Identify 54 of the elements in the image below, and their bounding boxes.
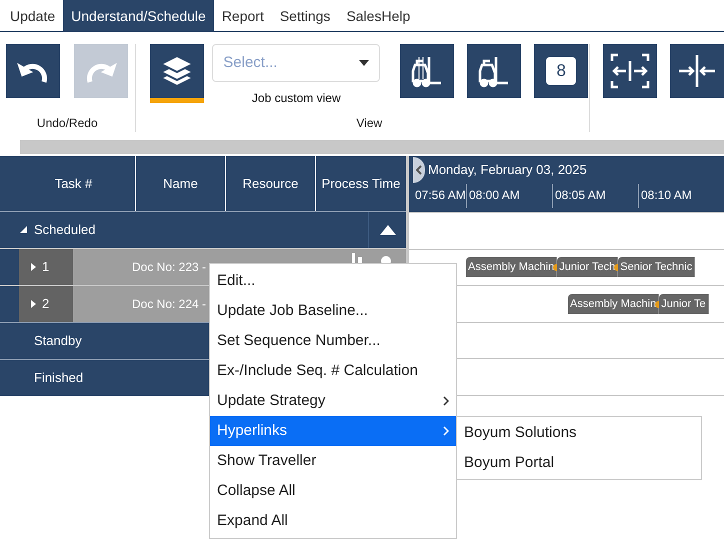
collapse-group-icon [380,224,396,235]
group-label[interactable]: Scheduled [34,220,96,240]
gantt-bar[interactable]: Junior Tech [557,257,618,278]
time-label: 08:00 AM [466,184,552,208]
time-label: 08:10 AM [638,184,724,208]
expand-row-icon [31,300,36,308]
menu-item[interactable]: Hyperlinks [210,416,456,446]
menu-item[interactable]: Set Sequence Number... [210,326,456,356]
chevron-right-icon [443,396,449,406]
ribbon-tab[interactable]: Update [2,0,64,32]
dropdown-caption: Job custom view [252,90,341,107]
chevron-left-icon [416,165,422,175]
calendar-icon: 8 [546,57,576,85]
group-label: View [356,115,382,132]
expand-row-icon [31,262,36,271]
time-label: 08:05 AM [552,184,638,208]
menu-item[interactable]: Expand All [210,506,456,536]
timeline-date: Monday, February 03, 2025 [428,161,587,180]
menu-item[interactable]: Boyum Solutions [457,418,701,448]
menu-item[interactable]: Update Job Baseline... [210,296,456,326]
row-description: Doc No: 223 - [132,258,206,276]
layers-button[interactable] [150,44,204,98]
scrollbar[interactable] [20,140,724,154]
menu-item[interactable]: Boyum Portal [457,448,701,478]
expand-icon [610,53,650,89]
menu-item[interactable]: Collapse All [210,476,456,506]
undo-button[interactable] [6,44,60,98]
ribbon-tab[interactable]: Settings [272,0,338,32]
ribbon-tab[interactable]: Report [214,0,272,32]
menu-item[interactable]: Update Strategy [210,386,456,416]
forklift-button[interactable] [467,44,522,98]
collapse-button[interactable] [670,44,724,98]
group-label[interactable]: Finished [34,368,84,388]
column-header[interactable]: Process Time [316,156,406,211]
expand-button[interactable] [603,44,657,98]
calendar-button[interactable]: 8 [534,44,588,98]
gantt-bar[interactable]: Senior Technic [618,257,696,278]
ribbon-tab[interactable]: SalesHelp [338,0,418,32]
ribbon-tab[interactable]: Understand/Schedule [63,0,214,32]
row-description: Doc No: 224 - [132,296,206,313]
caret-icon [359,60,370,66]
menu-item[interactable]: Show Traveller [210,446,456,476]
chevron-right-icon [443,426,449,436]
previous-day-button[interactable] [413,157,425,183]
gantt-bar[interactable]: Junior Te [659,294,709,314]
collapse-icon [677,53,717,89]
task-number: 2 [42,295,50,314]
time-label: 07:56 AM [414,187,466,204]
task-number: 1 [42,258,50,276]
menu-item[interactable]: Ex-/Include Seq. # Calculation [210,356,456,386]
menu-item[interactable]: Edit... [210,266,456,296]
forklifts-button[interactable] [400,44,454,98]
group-label[interactable]: Standby [34,331,82,351]
group-label: Undo/Redo [36,115,98,132]
